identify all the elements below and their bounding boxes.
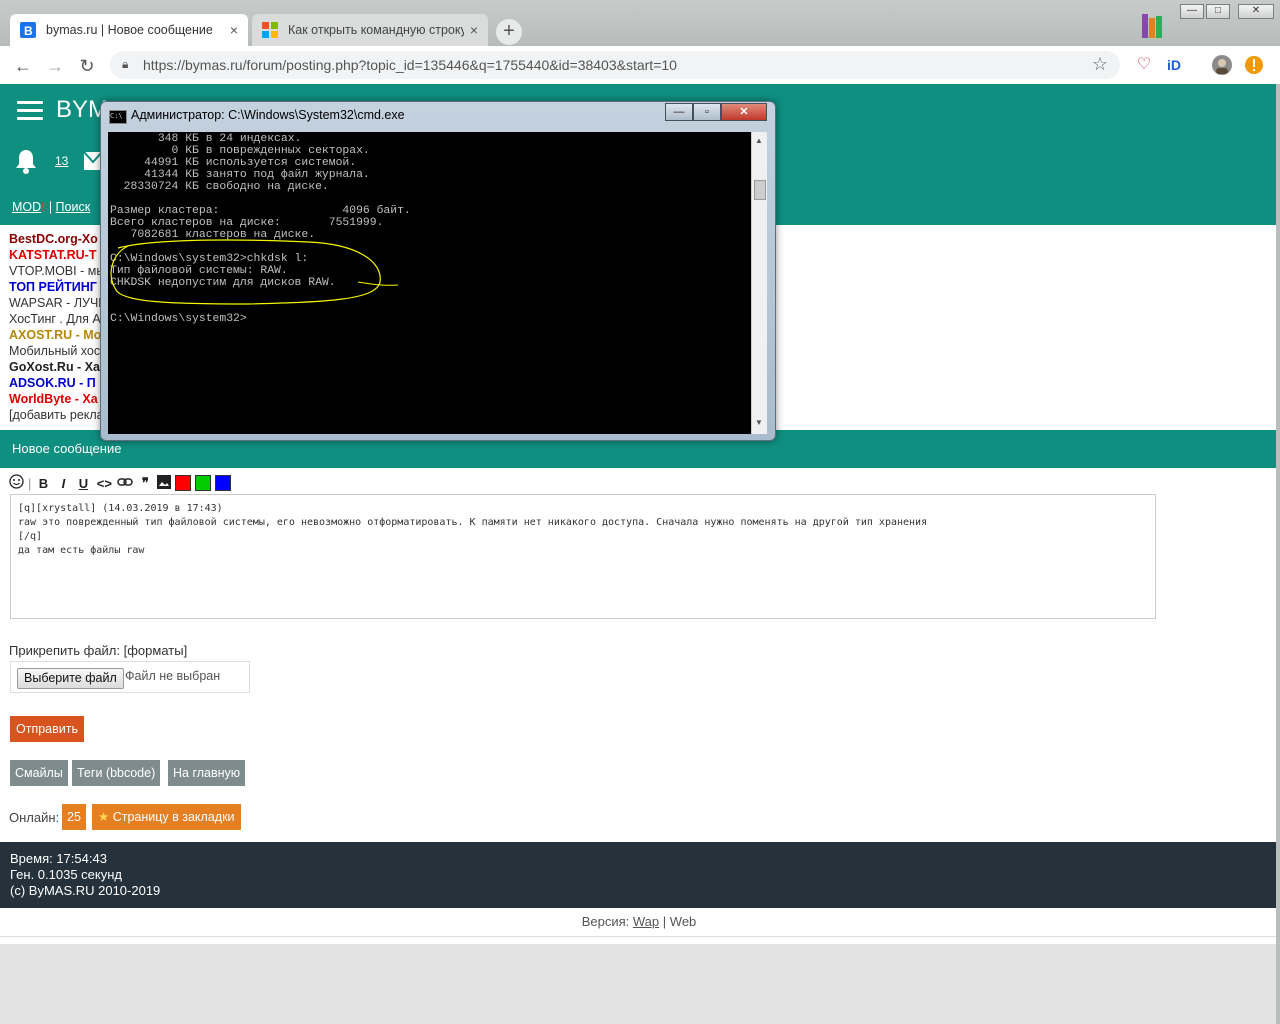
tab-open-cmd[interactable]: Как открыть командную строку × (252, 14, 488, 46)
bell-icon[interactable] (14, 148, 38, 181)
search-link[interactable]: Поиск (56, 200, 91, 214)
ad-link[interactable]: Мобильный хос (9, 343, 109, 359)
reload-icon[interactable]: ↻ (76, 55, 98, 77)
bymas-favicon-icon: B (20, 22, 36, 38)
tab-close-icon[interactable]: × (470, 22, 478, 38)
profile-avatar-icon[interactable] (1212, 55, 1232, 75)
tab-title: Как открыть командную строку (288, 23, 464, 37)
code-button[interactable]: <> (95, 476, 113, 491)
send-button[interactable]: Отправить (10, 716, 84, 742)
mod-link[interactable]: MOD (12, 200, 41, 214)
svg-text:B: B (24, 24, 33, 38)
cmd-window-title: Администратор: C:\Windows\System32\cmd.e… (131, 108, 405, 122)
scroll-up-icon[interactable]: ▲ (755, 136, 763, 145)
maximize-button[interactable]: □ (1206, 4, 1230, 19)
message-textarea[interactable]: [q][xrystall] (14.03.2019 в 17:43) raw э… (10, 494, 1156, 619)
tab-bymas[interactable]: B bymas.ru | Новое сообщение × (10, 14, 248, 46)
copyright: (c) ByMAS.RU 2010-2019 (10, 883, 161, 898)
cmd-output: 348 КБ в 24 индексах. 0 КБ в поврежденны… (110, 133, 411, 325)
attach-file-label: Прикрепить файл: [форматы] (9, 643, 188, 658)
quote-button[interactable]: ❞ (137, 475, 153, 491)
address-bar[interactable]: 🔒︎ https://bymas.ru/forum/posting.php?to… (110, 51, 1120, 79)
forward-icon[interactable]: → (44, 55, 66, 77)
bold-button[interactable]: B (35, 476, 51, 491)
ad-link[interactable]: KATSTAT.RU-Т (9, 247, 109, 263)
page-footer: Время: 17:54:43 Ген. 0.1035 секунд (c) B… (0, 842, 1278, 908)
online-label: Онлайн: (9, 810, 60, 825)
ad-links-list: BestDC.org-Хо KATSTAT.RU-Т VTOP.MOBI - мы Т… (9, 231, 109, 423)
id-extension-icon[interactable]: iD (1164, 55, 1184, 75)
star-icon: ★ (98, 810, 110, 824)
tags-button[interactable]: Теги (bbcode) (72, 760, 161, 786)
server-time: Время: 17:54:43 (10, 851, 107, 866)
url-text[interactable]: https://bymas.ru/forum/posting.php?topic… (143, 57, 677, 73)
mod-links: MOD! | Поиск (12, 200, 90, 214)
home-button[interactable]: На главную (168, 760, 246, 786)
scroll-down-icon[interactable]: ▼ (755, 418, 763, 427)
ad-link[interactable]: WAPSAR - ЛУЧШ (9, 295, 109, 311)
color-blue-button[interactable] (215, 475, 232, 491)
online-count[interactable]: 25 (62, 804, 86, 830)
ad-link[interactable]: VTOP.MOBI - мы (9, 263, 109, 279)
choose-file-button[interactable]: Выберите файл (17, 668, 124, 689)
web-link[interactable]: Web (670, 914, 697, 929)
tab-close-icon[interactable]: × (230, 22, 238, 38)
cmd-scrollbar[interactable]: ▲ ▼ (751, 132, 767, 434)
wap-link[interactable]: Wap (633, 914, 659, 929)
ad-link[interactable]: AXOST.RU - Мо (9, 327, 109, 343)
tab-title: bymas.ru | Новое сообщение (46, 23, 213, 37)
bookmark-label: Страницу в закладки (112, 810, 235, 824)
menu-hamburger-icon[interactable] (17, 101, 43, 121)
ad-link[interactable]: [добавить рекла (9, 407, 109, 423)
link-separator: | (45, 200, 56, 214)
version-separator: | (662, 914, 667, 929)
cmd-close-button[interactable]: ✕ (721, 103, 767, 121)
cmd-minimize-button[interactable]: — (665, 103, 693, 121)
heart-extension-icon[interactable]: ♡ (1134, 55, 1154, 75)
bookmark-star-icon[interactable]: ☆ (1092, 54, 1108, 75)
ad-link[interactable]: BestDC.org-Хо (9, 231, 109, 247)
image-icon[interactable] (157, 474, 172, 492)
lock-icon: 🔒︎ (122, 57, 129, 71)
color-red-button[interactable] (175, 475, 192, 491)
windows-favicon-icon (262, 22, 278, 38)
no-file-text: Файл не выбран (125, 669, 221, 683)
scroll-thumb[interactable] (754, 180, 766, 200)
underline-button[interactable]: U (75, 476, 91, 491)
italic-button[interactable]: I (55, 476, 71, 491)
cmd-window[interactable]: C:\ Администратор: C:\Windows\System32\c… (100, 101, 776, 441)
minimize-button[interactable]: — (1180, 4, 1204, 19)
new-tab-button[interactable]: + (496, 19, 522, 45)
link-icon[interactable] (117, 476, 134, 491)
back-icon[interactable]: ← (12, 55, 34, 77)
ad-link[interactable]: GoXost.Ru - Ха (9, 359, 109, 375)
window-frame-edge (1276, 84, 1280, 1024)
browser-tabstrip: B bymas.ru | Новое сообщение × Как откры… (0, 0, 1280, 46)
update-alert-icon[interactable] (1244, 55, 1264, 75)
close-window-button[interactable]: ✕ (1238, 4, 1274, 19)
ad-link[interactable]: ТОП РЕЙТИНГ (9, 279, 109, 295)
version-switcher: Версия: Wap | Web (0, 914, 1278, 929)
bbcode-toolbar: | B I U <> ❞ (9, 474, 232, 492)
generation-time: Ген. 0.1035 секунд (10, 867, 123, 882)
ad-link[interactable]: ADSOK.RU - П (9, 375, 109, 391)
version-label: Версия: (581, 914, 630, 929)
smiles-button[interactable]: Смайлы (10, 760, 68, 786)
window-decor-icon (1140, 12, 1164, 40)
toolbar-separator: | (28, 475, 32, 491)
browser-toolbar: ← → ↻ 🔒︎ https://bymas.ru/forum/posting.… (0, 46, 1280, 85)
smile-icon[interactable] (9, 474, 24, 492)
ad-link[interactable]: ХосТинг . Для А (9, 311, 109, 327)
notification-count[interactable]: 13 (55, 154, 68, 168)
file-input: Выберите файл Файл не выбран (10, 661, 250, 693)
color-green-button[interactable] (195, 475, 212, 491)
page-bottom-divider (0, 936, 1278, 937)
cmd-maximize-button[interactable]: ▫ (693, 103, 721, 121)
cmd-app-icon: C:\ (109, 110, 127, 124)
cmd-console[interactable]: 348 КБ в 24 индексах. 0 КБ в поврежденны… (108, 132, 751, 434)
ad-link[interactable]: WorldByte - Ха (9, 391, 109, 407)
bookmark-page-button[interactable]: ★ Страницу в закладки (92, 804, 241, 830)
